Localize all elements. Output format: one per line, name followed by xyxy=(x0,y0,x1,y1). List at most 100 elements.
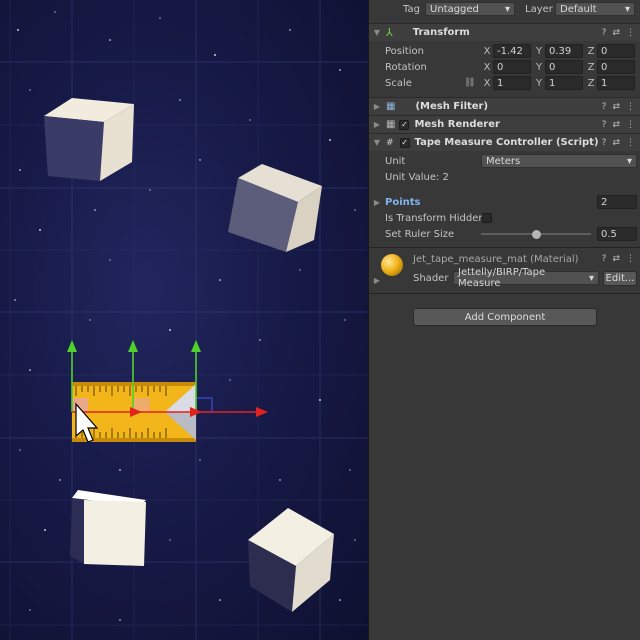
rotation-z-field[interactable]: 0 xyxy=(597,60,635,74)
preset-icon[interactable]: ⇄ xyxy=(612,120,620,130)
position-label: Position xyxy=(385,45,424,57)
axis-x-label: X xyxy=(483,77,491,89)
position-y-field[interactable]: 0.39 xyxy=(545,44,583,58)
position-z-field[interactable]: 0 xyxy=(597,44,635,58)
tape-controller-enabled-checkbox[interactable]: ✓ xyxy=(399,137,410,148)
foldout-arrow-icon[interactable]: ▶ xyxy=(372,102,382,111)
preset-icon[interactable]: ⇄ xyxy=(612,254,620,264)
more-options-icon[interactable]: ⋮ xyxy=(626,28,635,38)
preset-icon[interactable]: ⇄ xyxy=(612,138,620,148)
mesh-renderer-header[interactable]: ▶ ▦ ✓ Mesh Renderer ? ⇄ ⋮ xyxy=(369,115,640,133)
points-row: ▶ Points 2 xyxy=(369,194,640,210)
section-divider xyxy=(369,247,640,248)
ruler-size-field[interactable]: 0.5 xyxy=(597,227,637,241)
foldout-arrow-icon[interactable]: ▶ xyxy=(372,276,382,285)
more-options-icon[interactable]: ⋮ xyxy=(626,138,635,148)
points-count-field[interactable]: 2 xyxy=(597,195,637,209)
axis-y-label: Y xyxy=(535,61,543,73)
position-x-field[interactable]: -1.42 xyxy=(493,44,531,58)
component-header-icons: ? ⇄ ⋮ xyxy=(602,102,635,112)
preset-icon[interactable]: ⇄ xyxy=(612,102,620,112)
points-label[interactable]: Points xyxy=(385,197,420,208)
mesh-renderer-enabled-checkbox[interactable]: ✓ xyxy=(399,119,410,130)
axis-z-label: Z xyxy=(587,77,595,89)
inspector-panel: Tag Untagged ▾ Layer Default ▾ ▼ ⅄ Trans… xyxy=(368,0,640,640)
help-icon[interactable]: ? xyxy=(602,102,607,112)
foldout-arrow-icon[interactable]: ▶ xyxy=(372,120,382,129)
link-scale-icon[interactable]: ⛓ xyxy=(464,78,475,88)
layer-value: Default xyxy=(560,3,597,15)
chevron-down-icon: ▾ xyxy=(504,3,510,15)
shader-value: Jettelly/BIRP/Tape Measure xyxy=(458,267,546,289)
chevron-down-icon: ▾ xyxy=(588,272,594,284)
shader-row: ▶ Shader Jettelly/BIRP/Tape Measure ▾ Ed… xyxy=(369,267,640,289)
transform-hidden-checkbox[interactable] xyxy=(482,213,492,223)
tag-value: Untagged xyxy=(430,3,479,15)
axis-x-label: X xyxy=(483,45,491,57)
axis-z-label: Z xyxy=(587,45,595,57)
chevron-down-icon: ▾ xyxy=(626,155,632,167)
foldout-arrow-icon[interactable]: ▼ xyxy=(372,138,382,147)
transform-header[interactable]: ▼ ⅄ Transform ? ⇄ ⋮ xyxy=(369,23,640,41)
material-title: Jet_tape_measure_mat (Material) xyxy=(413,253,579,265)
rotation-y-field[interactable]: 0 xyxy=(545,60,583,74)
transform-title: Transform xyxy=(412,27,470,38)
tape-controller-title: Tape Measure Controller (Script) xyxy=(414,137,599,148)
tag-dropdown[interactable]: Untagged ▾ xyxy=(425,2,515,16)
add-component-button[interactable]: Add Component xyxy=(413,308,597,326)
component-header-icons: ? ⇄ ⋮ xyxy=(602,28,635,38)
component-header-icons: ? ⇄ ⋮ xyxy=(602,254,635,264)
shader-edit-button[interactable]: Edit... xyxy=(603,270,637,286)
ruler-size-slider-thumb[interactable] xyxy=(531,230,541,239)
scale-x-field[interactable]: 1 xyxy=(493,76,531,90)
component-header-icons: ? ⇄ ⋮ xyxy=(602,120,635,130)
more-options-icon[interactable]: ⋮ xyxy=(626,120,635,130)
cube-object[interactable] xyxy=(228,164,322,252)
preset-icon[interactable]: ⇄ xyxy=(612,28,620,38)
mesh-renderer-title: Mesh Renderer xyxy=(414,119,500,130)
scene-canvas[interactable] xyxy=(0,0,368,640)
scale-y-field[interactable]: 1 xyxy=(545,76,583,90)
rotation-row: Rotation X 0 Y 0 Z 0 xyxy=(369,59,640,75)
shader-dropdown[interactable]: Jettelly/BIRP/Tape Measure ▾ xyxy=(453,267,599,289)
more-options-icon[interactable]: ⋮ xyxy=(626,254,635,264)
shader-label: Shader xyxy=(413,272,449,284)
tag-layer-row: Tag Untagged ▾ Layer Default ▾ xyxy=(369,1,640,17)
axis-y-label: Y xyxy=(535,45,543,57)
scale-label: Scale xyxy=(385,77,412,89)
script-icon: # xyxy=(386,137,394,148)
transform-hidden-label: Is Transform Hidden? xyxy=(385,212,491,224)
help-icon[interactable]: ? xyxy=(602,254,607,264)
section-divider xyxy=(369,293,640,294)
help-icon[interactable]: ? xyxy=(602,120,607,130)
unit-value-row: Unit Value: 2 xyxy=(369,169,640,185)
mesh-renderer-icon: ▦ xyxy=(386,119,396,130)
mesh-filter-icon: ▦ xyxy=(386,101,396,112)
more-options-icon[interactable]: ⋮ xyxy=(626,102,635,112)
unit-label: Unit xyxy=(385,155,406,167)
transform-hidden-row: Is Transform Hidden? xyxy=(369,210,640,226)
unit-row: Unit Meters ▾ xyxy=(369,153,640,169)
mesh-filter-title: (Mesh Filter) xyxy=(415,101,489,112)
cube-object[interactable] xyxy=(44,98,134,181)
scene-view[interactable] xyxy=(0,0,368,640)
foldout-arrow-icon[interactable]: ▶ xyxy=(372,198,382,207)
layer-label: Layer xyxy=(525,3,553,15)
unit-dropdown[interactable]: Meters ▾ xyxy=(481,154,637,168)
tag-label: Tag xyxy=(403,3,420,15)
tape-controller-header[interactable]: ▼ # ✓ Tape Measure Controller (Script) ?… xyxy=(369,133,640,151)
rotation-x-field[interactable]: 0 xyxy=(493,60,531,74)
cube-object[interactable] xyxy=(248,508,334,612)
axis-y-label: Y xyxy=(535,77,543,89)
layer-dropdown[interactable]: Default ▾ xyxy=(555,2,635,16)
scale-z-field[interactable]: 1 xyxy=(597,76,635,90)
foldout-arrow-icon[interactable]: ▼ xyxy=(372,28,382,37)
unit-value-text: Unit Value: 2 xyxy=(385,171,449,183)
material-header-row[interactable]: Jet_tape_measure_mat (Material) ? ⇄ ⋮ xyxy=(369,251,640,267)
help-icon[interactable]: ? xyxy=(602,28,607,38)
mesh-filter-header[interactable]: ▶ ▦ (Mesh Filter) ? ⇄ ⋮ xyxy=(369,97,640,115)
help-icon[interactable]: ? xyxy=(602,138,607,148)
axis-z-label: Z xyxy=(587,61,595,73)
cube-object[interactable] xyxy=(70,490,146,566)
axis-x-label: X xyxy=(483,61,491,73)
